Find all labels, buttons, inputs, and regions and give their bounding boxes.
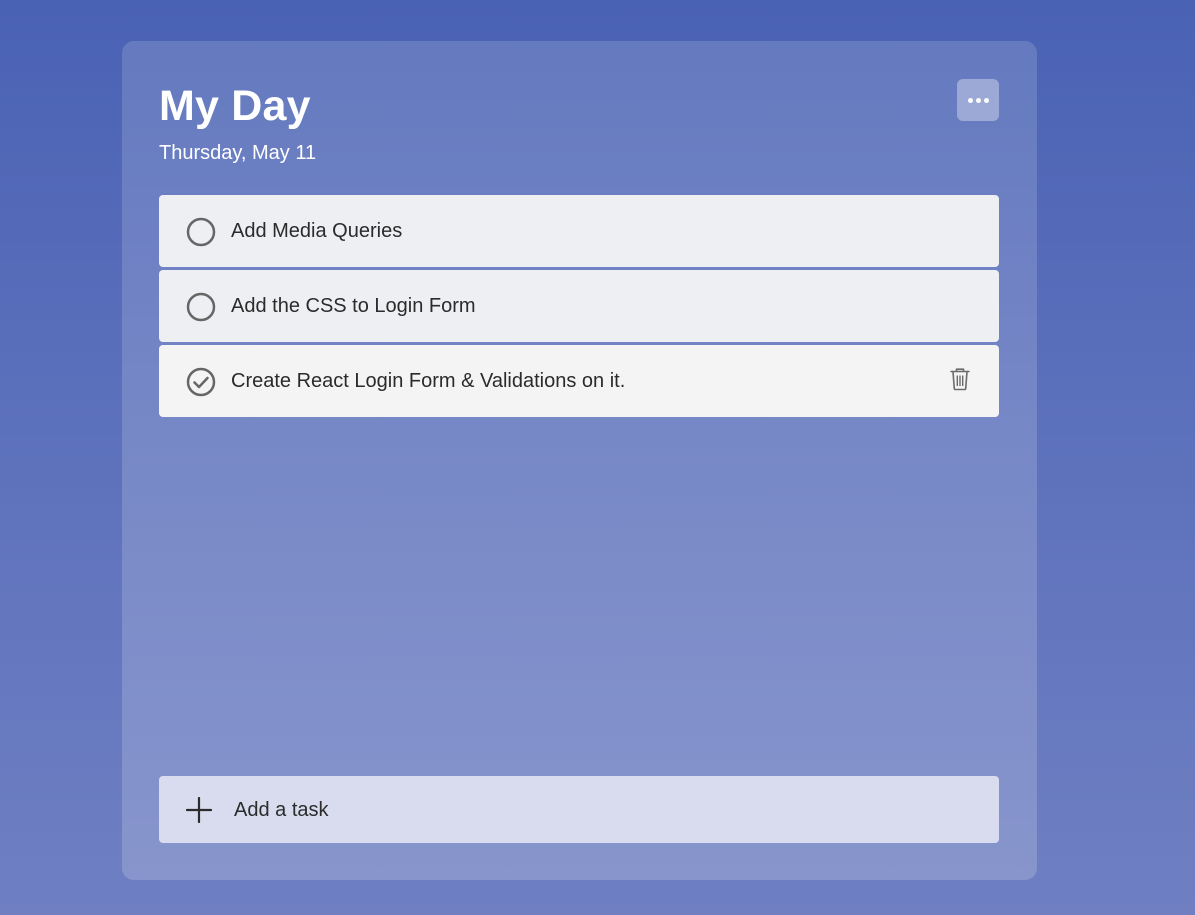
- add-task-input[interactable]: Add a task: [159, 776, 999, 843]
- circle-checkbox-icon[interactable]: [186, 217, 216, 247]
- trash-icon[interactable]: [949, 367, 971, 391]
- task-label: Create React Login Form & Validations on…: [231, 370, 626, 392]
- task-label: Add the CSS to Login Form: [231, 295, 476, 317]
- date-label: Thursday, May 11: [159, 142, 317, 164]
- circle-checkbox-icon[interactable]: [186, 292, 216, 322]
- task-item-completed[interactable]: Create React Login Form & Validations on…: [159, 345, 999, 417]
- plus-icon: [186, 797, 212, 823]
- check-circle-icon[interactable]: [186, 367, 216, 397]
- task-label: Add Media Queries: [231, 220, 403, 242]
- add-task-label: Add a task: [234, 799, 329, 821]
- task-item[interactable]: Add the CSS to Login Form: [159, 270, 999, 342]
- page-title: My Day: [159, 82, 311, 130]
- task-item[interactable]: Add Media Queries: [159, 195, 999, 267]
- my-day-panel: My Day Thursday, May 11 Add Media Querie…: [122, 41, 1037, 880]
- more-options-button[interactable]: [957, 79, 999, 121]
- more-horizontal-icon: [967, 97, 989, 103]
